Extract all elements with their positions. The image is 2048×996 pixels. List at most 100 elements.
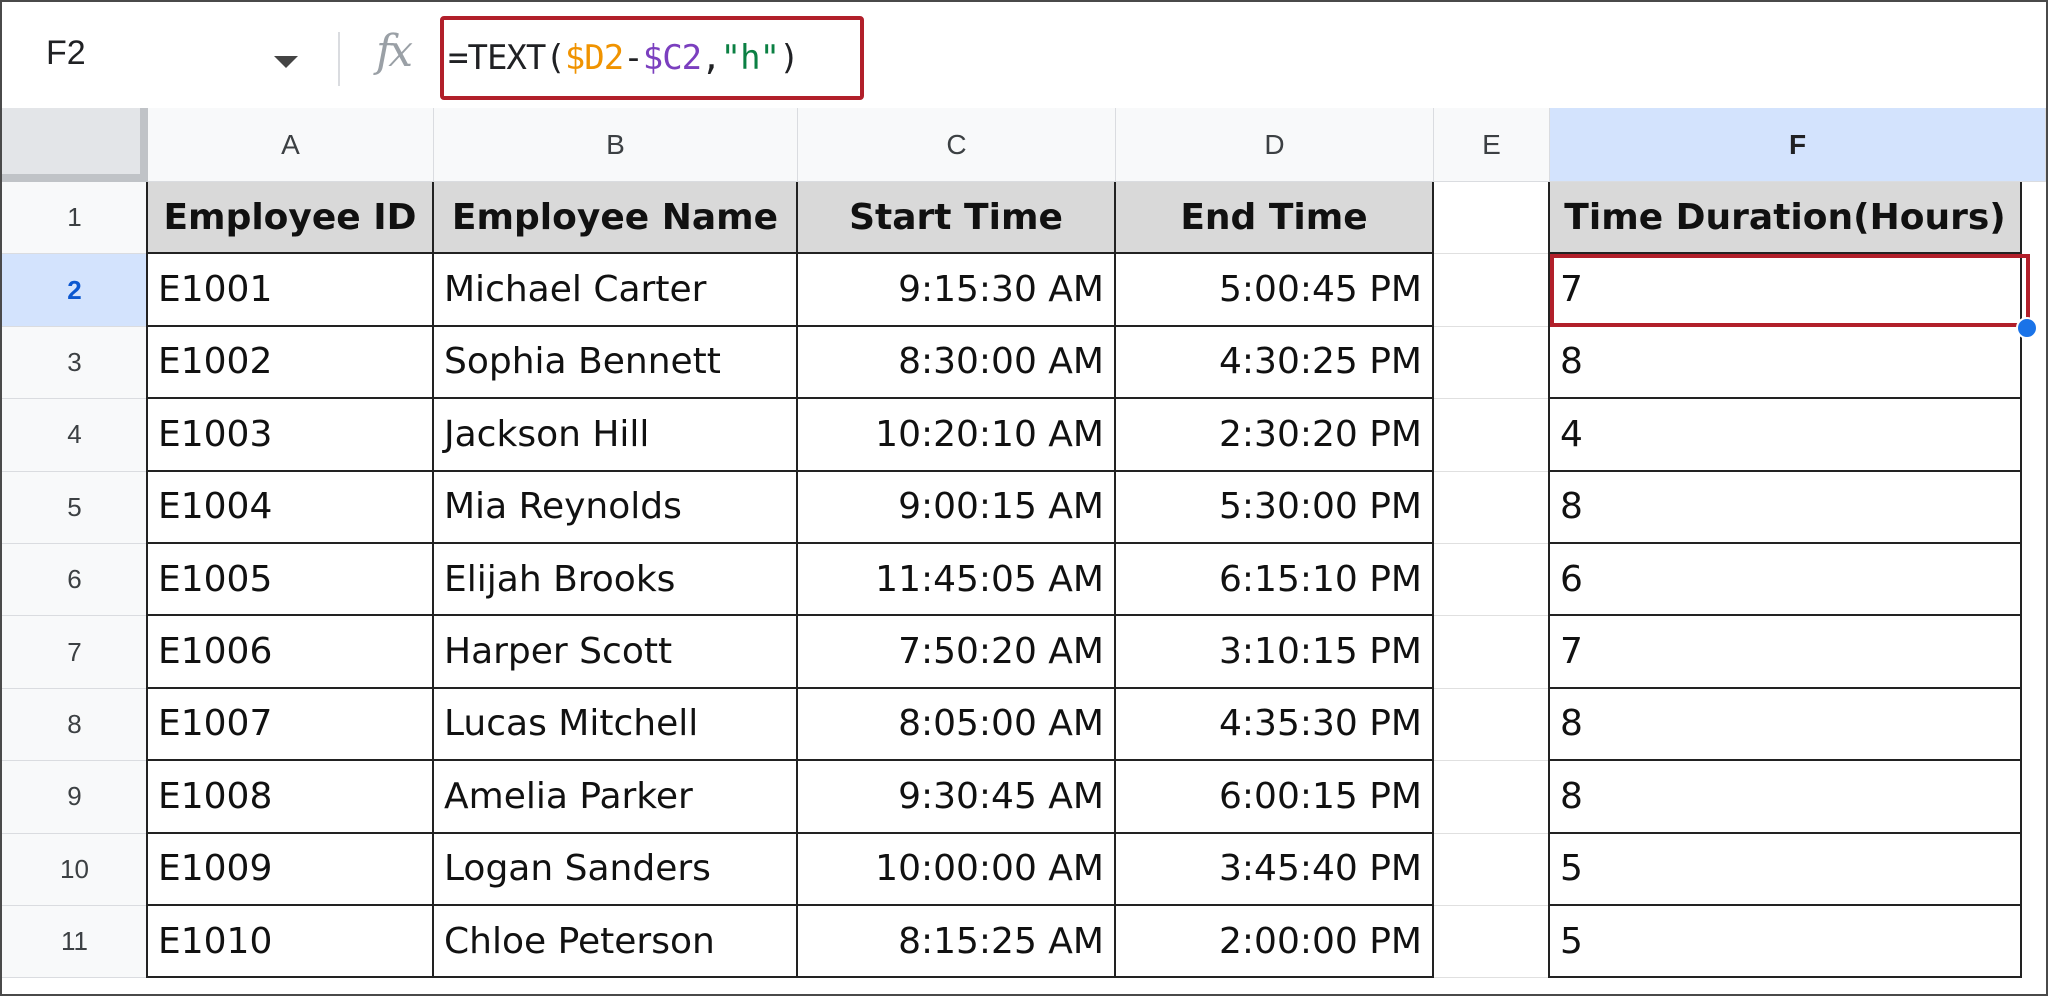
row-header-5[interactable]: 5 [2,471,148,544]
cell-e1[interactable] [1434,182,1550,255]
cell-start-time[interactable]: 10:00:00 AM [798,833,1116,906]
row-header-2[interactable]: 2 [2,254,148,327]
formula-input[interactable]: =TEXT($D2-$C2,"h") [448,38,800,78]
cell-employee-id[interactable]: E1003 [148,399,434,472]
formula-bar: F2 fx =TEXT($D2-$C2,"h") [2,2,2046,109]
cell-time-duration[interactable]: 5 [1550,833,2022,906]
header-time-duration[interactable]: Time Duration(Hours) [1550,182,2022,255]
cell-employee-id[interactable]: E1010 [148,906,434,979]
cell-time-duration[interactable]: 8 [1550,326,2022,400]
row-header-8[interactable]: 8 [2,688,148,762]
spreadsheet-window: F2 fx =TEXT($D2-$C2,"h") ABCDEF123456789… [0,0,2048,996]
header-employee-name[interactable]: Employee Name [434,182,798,255]
cell-start-time[interactable]: 8:30:00 AM [798,326,1116,400]
row-header-11[interactable]: 11 [2,906,148,979]
row-header-9[interactable]: 9 [2,761,148,834]
cell-employee-id[interactable]: E1009 [148,833,434,906]
header-end-time[interactable]: End Time [1116,182,1434,255]
cell-empty-e[interactable] [1434,399,1550,472]
cell-start-time[interactable]: 8:05:00 AM [798,688,1116,762]
formula-token: "h" [720,38,780,78]
cell-end-time[interactable]: 4:35:30 PM [1116,688,1434,762]
cell-employee-id[interactable]: E1001 [148,254,434,327]
cell-employee-name[interactable]: Jackson Hill [434,399,798,472]
cell-time-duration[interactable]: 6 [1550,544,2022,617]
cell-end-time[interactable]: 6:15:10 PM [1116,544,1434,617]
row-header-6[interactable]: 6 [2,544,148,617]
cell-time-duration[interactable]: 8 [1550,471,2022,544]
formula-token: =TEXT( [448,38,566,78]
cell-employee-id[interactable]: E1007 [148,688,434,762]
cell-empty-e[interactable] [1434,833,1550,906]
formula-token: ) [779,38,800,78]
row-header-1[interactable]: 1 [2,182,148,255]
fill-handle[interactable] [2016,316,2038,339]
cell-employee-name[interactable]: Logan Sanders [434,833,798,906]
cell-employee-name[interactable]: Michael Carter [434,254,798,327]
cell-start-time[interactable]: 9:00:15 AM [798,471,1116,544]
row-header-10[interactable]: 10 [2,833,148,906]
cell-time-duration[interactable]: 4 [1550,399,2022,472]
cell-time-duration[interactable]: 8 [1550,761,2022,834]
cell-employee-id[interactable]: E1005 [148,544,434,617]
column-header-f[interactable]: F [1550,108,2046,182]
formula-token: - [623,38,644,78]
cell-employee-name[interactable]: Mia Reynolds [434,471,798,544]
cell-end-time[interactable]: 5:00:45 PM [1116,254,1434,327]
row-header-4[interactable]: 4 [2,399,148,472]
cell-empty-e[interactable] [1434,688,1550,762]
cell-end-time[interactable]: 4:30:25 PM [1116,326,1434,400]
select-all-corner[interactable] [2,108,148,182]
cell-employee-name[interactable]: Chloe Peterson [434,906,798,979]
cell-empty-e[interactable] [1434,906,1550,979]
cell-start-time[interactable]: 10:20:10 AM [798,399,1116,472]
column-header-a[interactable]: A [148,108,434,182]
cell-start-time[interactable]: 9:15:30 AM [798,254,1116,327]
cell-empty-e[interactable] [1434,761,1550,834]
cell-start-time[interactable]: 8:15:25 AM [798,906,1116,979]
cell-employee-id[interactable]: E1002 [148,326,434,400]
column-header-e[interactable]: E [1434,108,1550,182]
cell-employee-name[interactable]: Amelia Parker [434,761,798,834]
cell-empty-e[interactable] [1434,254,1550,327]
row-header-3[interactable]: 3 [2,326,148,400]
cell-end-time[interactable]: 6:00:15 PM [1116,761,1434,834]
table-left-border [1548,182,1550,979]
column-header-c[interactable]: C [798,108,1116,182]
row-header-7[interactable]: 7 [2,616,148,689]
cell-employee-name[interactable]: Elijah Brooks [434,544,798,617]
cell-employee-name[interactable]: Lucas Mitchell [434,688,798,762]
cell-start-time[interactable]: 7:50:20 AM [798,616,1116,689]
name-box[interactable]: F2 [46,34,86,73]
cell-employee-id[interactable]: E1008 [148,761,434,834]
cell-end-time[interactable]: 3:45:40 PM [1116,833,1434,906]
name-box-dropdown-icon[interactable] [274,56,298,68]
cell-employee-id[interactable]: E1006 [148,616,434,689]
column-header-b[interactable]: B [434,108,798,182]
cell-time-duration[interactable]: 5 [1550,906,2022,979]
column-header-d[interactable]: D [1116,108,1434,182]
cell-empty-e[interactable] [1434,616,1550,689]
cell-time-duration[interactable]: 7 [1550,616,2022,689]
formula-token: $C2 [642,38,702,78]
cell-end-time[interactable]: 2:30:20 PM [1116,399,1434,472]
cell-time-duration[interactable]: 8 [1550,688,2022,762]
cell-end-time[interactable]: 3:10:15 PM [1116,616,1434,689]
cell-employee-id[interactable]: E1004 [148,471,434,544]
cell-start-time[interactable]: 11:45:05 AM [798,544,1116,617]
cell-end-time[interactable]: 2:00:00 PM [1116,906,1434,979]
cell-empty-e[interactable] [1434,326,1550,400]
cell-start-time[interactable]: 9:30:45 AM [798,761,1116,834]
formula-token: , [701,38,722,78]
cell-employee-name[interactable]: Sophia Bennett [434,326,798,400]
formula-bar-separator [338,32,340,86]
fx-icon: fx [376,26,413,77]
cell-empty-e[interactable] [1434,544,1550,617]
header-start-time[interactable]: Start Time [798,182,1116,255]
cell-end-time[interactable]: 5:30:00 PM [1116,471,1434,544]
cell-empty-e[interactable] [1434,471,1550,544]
header-employee-id[interactable]: Employee ID [148,182,434,255]
cell-time-duration[interactable]: 7 [1550,254,2022,327]
cell-employee-name[interactable]: Harper Scott [434,616,798,689]
table-left-border [146,182,148,979]
